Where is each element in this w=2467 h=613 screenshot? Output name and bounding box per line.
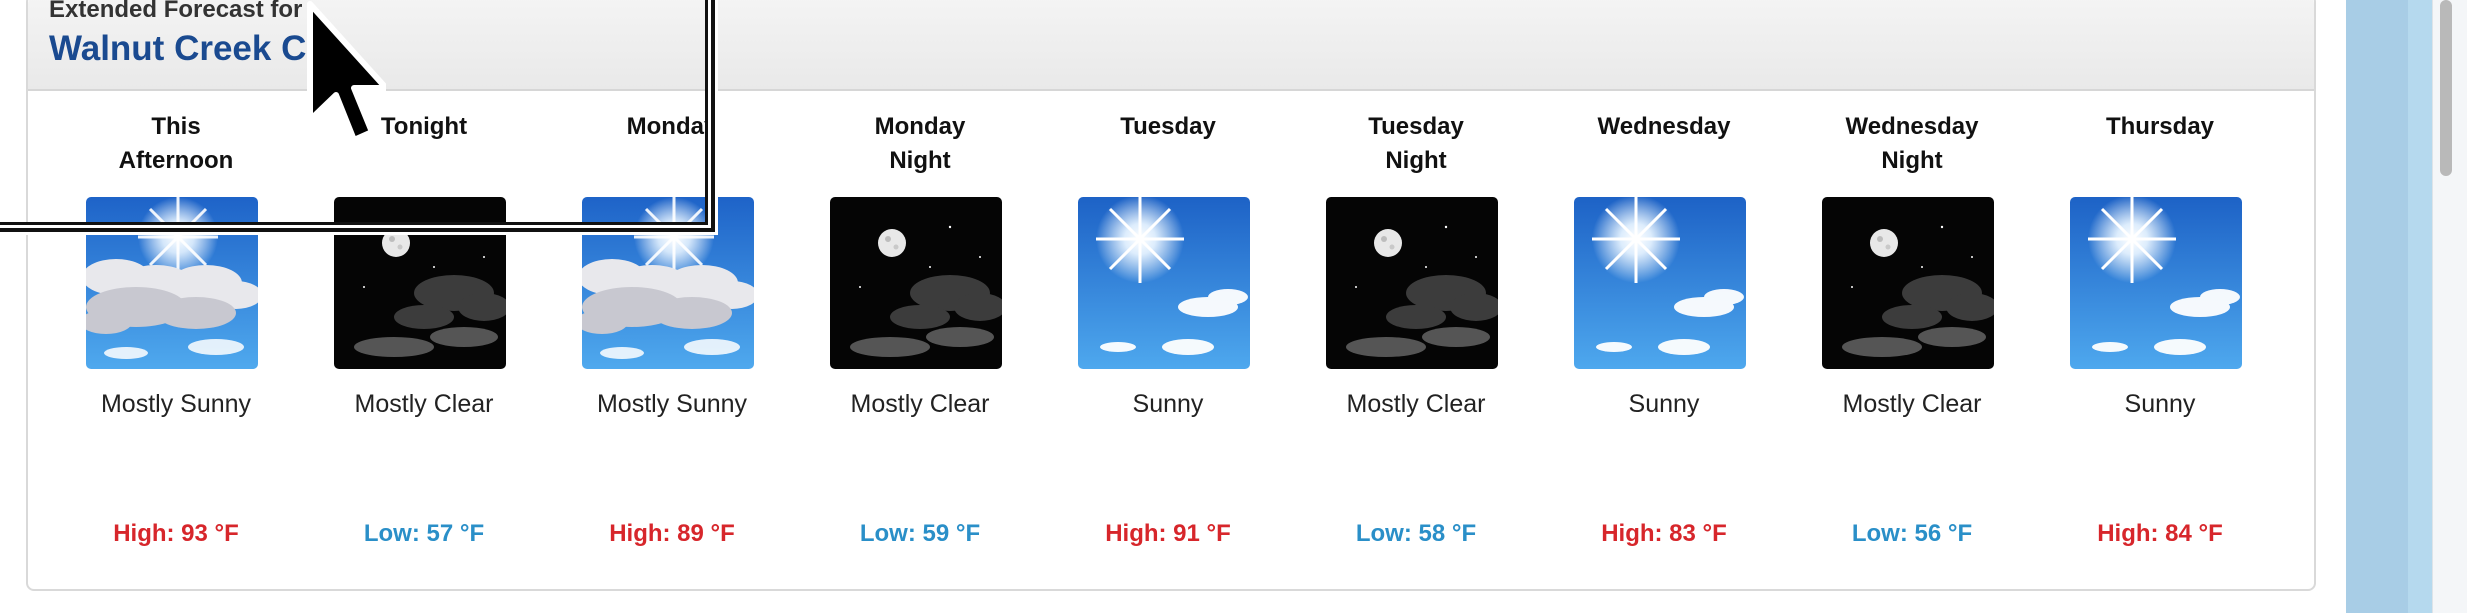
- moon-clouds-icon: [1822, 197, 1994, 369]
- sun-icon: [2070, 197, 2242, 369]
- mouse-cursor-icon: [307, 1, 386, 143]
- scrollbar-thumb[interactable]: [2440, 0, 2452, 176]
- period-description: Sunny: [1132, 390, 1204, 418]
- sun-icon: [1078, 197, 1250, 369]
- moon-clouds-icon: [830, 197, 1002, 369]
- low-temperature: Low: 57 °F: [363, 520, 485, 547]
- forecast-period[interactable]: Tuesday Night Mostly Clear Low: 58 °F: [1292, 108, 1540, 568]
- period-description: Sunny: [2124, 390, 2196, 418]
- period-name: Wednesday: [1597, 113, 1731, 140]
- low-temperature: Low: 56 °F: [1851, 520, 1973, 547]
- period-name: Tuesday Night: [1368, 113, 1464, 174]
- period-description: Mostly Clear: [1842, 390, 1982, 418]
- high-temperature: High: 89 °F: [609, 520, 735, 547]
- forecast-period[interactable]: Wednesday Sunny High: 83 °F: [1540, 108, 1788, 568]
- period-description: Sunny: [1628, 390, 1700, 418]
- low-temperature: Low: 59 °F: [859, 520, 981, 547]
- page: Extended Forecast for Walnut Creek CA Th…: [0, 0, 2346, 613]
- forecast-period[interactable]: Monday Night Mostly Clear Low: 59 °F: [796, 108, 1044, 568]
- forecast-period[interactable]: Thursday Sunny High: 84 °F: [2036, 108, 2284, 568]
- high-temperature: High: 91 °F: [1105, 520, 1231, 547]
- period-description: Mostly Clear: [354, 390, 494, 418]
- side-panel-strip: [2346, 0, 2408, 613]
- moon-clouds-icon: [1326, 197, 1498, 369]
- period-name: Thursday: [2105, 113, 2215, 140]
- period-description: Mostly Clear: [850, 390, 990, 418]
- period-description: Mostly Clear: [1346, 390, 1486, 418]
- high-temperature: High: 83 °F: [1601, 520, 1727, 547]
- period-description: Mostly Sunny: [596, 390, 748, 418]
- period-name: Tuesday: [1120, 113, 1216, 140]
- forecast-period[interactable]: Tuesday Sunny High: 91 °F: [1044, 108, 1292, 568]
- period-description: Mostly Sunny: [100, 390, 252, 418]
- high-temperature: High: 93 °F: [113, 520, 239, 547]
- period-name: Monday Night: [874, 113, 966, 174]
- sun-icon: [1574, 197, 1746, 369]
- high-temperature: High: 84 °F: [2097, 520, 2223, 547]
- period-name: Wednesday Night: [1845, 113, 1979, 174]
- low-temperature: Low: 58 °F: [1355, 520, 1477, 547]
- forecast-period[interactable]: Wednesday Night Mostly Clear Low: 56 °F: [1788, 108, 2036, 568]
